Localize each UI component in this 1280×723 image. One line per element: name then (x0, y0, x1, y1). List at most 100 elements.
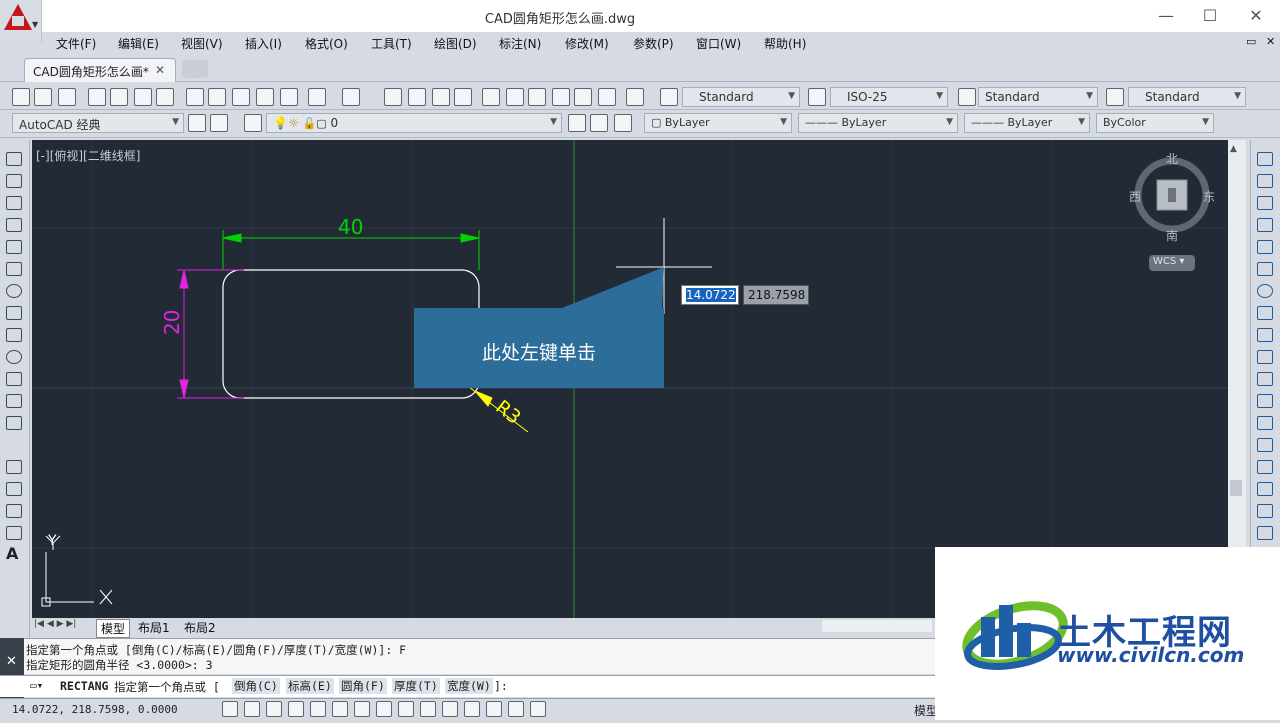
menu-insert[interactable]: 插入(I) (245, 35, 282, 52)
grid-display-icon[interactable] (266, 701, 282, 717)
publish-icon[interactable] (134, 88, 152, 106)
linetype-select[interactable]: ——— ByLayer ▼ (798, 113, 958, 133)
object-snap-tracking-icon[interactable] (376, 701, 392, 717)
layer-state-icon[interactable] (614, 114, 632, 132)
new-tab-button[interactable] (182, 60, 208, 78)
color-select[interactable]: ▢ ByLayer ▼ (644, 113, 792, 133)
dynamic-ucs-icon[interactable] (398, 701, 414, 717)
mirror-icon[interactable] (1257, 196, 1273, 210)
cut-icon[interactable] (186, 88, 204, 106)
offset-icon[interactable] (1257, 218, 1273, 232)
layer-select[interactable]: 💡☼ 🔓▢ 0 ▼ (266, 113, 562, 133)
dynamic-input-y[interactable]: 218.7598 (743, 285, 809, 305)
make-block-icon[interactable] (6, 416, 22, 430)
zoom-previous-icon[interactable] (454, 88, 472, 106)
polyline-icon[interactable] (6, 196, 22, 210)
menu-dimension[interactable]: 标注(N) (499, 35, 541, 52)
menu-view[interactable]: 视图(V) (181, 35, 223, 52)
table-style-select[interactable]: Standard ▼ (978, 87, 1098, 107)
menu-draw[interactable]: 绘图(D) (434, 35, 477, 52)
workspace-select[interactable]: AutoCAD 经典 ▼ (12, 113, 184, 133)
multiline-text-icon[interactable]: A (6, 546, 22, 562)
move-icon[interactable] (1257, 262, 1273, 276)
add-selected-icon[interactable] (6, 570, 22, 584)
scale-icon[interactable] (1257, 306, 1273, 320)
object-snap-icon[interactable] (332, 701, 348, 717)
zoom-window-icon[interactable] (432, 88, 450, 106)
menu-file[interactable]: 文件(F) (56, 35, 96, 52)
option-width[interactable]: 宽度(W) (445, 678, 493, 694)
3d-dwf-icon[interactable] (156, 88, 174, 106)
arc-icon[interactable] (6, 262, 22, 276)
sheet-set-icon[interactable] (552, 88, 570, 106)
text-style-select[interactable]: Standard ▼ (682, 87, 800, 107)
option-chamfer[interactable]: 倒角(C) (232, 678, 280, 694)
viewcube-west[interactable]: 西 (1129, 188, 1141, 205)
dim-style-select[interactable]: ISO-25 ▼ (830, 87, 948, 107)
join-icon[interactable] (1257, 438, 1273, 452)
plot-preview-icon[interactable] (110, 88, 128, 106)
viewcube-north[interactable]: 北 (1166, 150, 1178, 167)
blend-curves-icon[interactable] (1257, 504, 1273, 518)
menu-tools[interactable]: 工具(T) (371, 35, 412, 52)
dynamic-input-icon[interactable] (420, 701, 436, 717)
multileader-style-icon[interactable] (1106, 88, 1124, 106)
tab-document[interactable]: CAD圆角矩形怎么画* ✕ (24, 58, 176, 82)
tab-model[interactable]: 模型 (96, 619, 131, 638)
viewcube[interactable] (1134, 157, 1210, 233)
gradient-icon[interactable] (6, 482, 22, 496)
tool-palettes-icon[interactable] (528, 88, 546, 106)
menu-help[interactable]: 帮助(H) (764, 35, 806, 52)
spline-icon[interactable] (6, 328, 22, 342)
redo-icon[interactable] (342, 88, 360, 106)
menu-parameters[interactable]: 参数(P) (633, 35, 674, 52)
stretch-icon[interactable] (1257, 328, 1273, 342)
close-doc-icon[interactable]: ✕ (1266, 35, 1275, 48)
paste-icon[interactable] (232, 88, 250, 106)
minimize-button[interactable]: — (1146, 4, 1186, 28)
maximize-button[interactable]: ☐ (1190, 4, 1230, 28)
polygon-icon[interactable] (6, 218, 22, 232)
option-fillet[interactable]: 圆角(F) (339, 678, 387, 694)
workspace-settings-icon[interactable] (188, 114, 206, 132)
markup-icon[interactable] (574, 88, 592, 106)
lineweight-select[interactable]: ——— ByLayer ▼ (964, 113, 1090, 133)
array-icon[interactable] (1257, 240, 1273, 254)
3d-object-snap-icon[interactable] (354, 701, 370, 717)
ellipse-icon[interactable] (6, 350, 22, 364)
infer-constraints-icon[interactable] (222, 701, 238, 717)
extend-icon[interactable] (1257, 372, 1273, 386)
polar-tracking-icon[interactable] (310, 701, 326, 717)
lineweight-icon[interactable] (442, 701, 458, 717)
revision-cloud-icon[interactable] (6, 306, 22, 320)
restore-doc-icon[interactable]: ▭ (1246, 35, 1256, 48)
rotate-icon[interactable] (1257, 284, 1273, 298)
multileader-style-select[interactable]: Standard ▼ (1128, 87, 1246, 107)
close-button[interactable]: ✕ (1236, 4, 1276, 28)
make-current-layer-icon[interactable] (568, 114, 586, 132)
tab-close-icon[interactable]: ✕ (155, 63, 165, 77)
workspace-toggle-icon[interactable] (210, 114, 228, 132)
viewcube-south[interactable]: 南 (1166, 227, 1178, 244)
fillet-icon[interactable] (1257, 482, 1273, 496)
menu-edit[interactable]: 编辑(E) (118, 35, 159, 52)
help-icon[interactable] (626, 88, 644, 106)
copy-object-icon[interactable] (1257, 174, 1273, 188)
pan-icon[interactable] (384, 88, 402, 106)
annotation-monitor-icon[interactable] (530, 701, 546, 717)
rectangle-icon[interactable] (6, 240, 22, 254)
block-editor-icon[interactable] (280, 88, 298, 106)
text-style-icon[interactable] (660, 88, 678, 106)
app-menu-button[interactable]: ▼ (0, 0, 42, 42)
layer-properties-icon[interactable] (244, 114, 262, 132)
ortho-mode-icon[interactable] (288, 701, 304, 717)
region-icon[interactable] (6, 504, 22, 518)
horizontal-scrollbar[interactable] (822, 620, 932, 632)
tab-layout2[interactable]: 布局2 (184, 619, 216, 636)
option-elevation[interactable]: 标高(E) (286, 678, 334, 694)
close-icon[interactable]: ✕ (6, 654, 17, 669)
copy-icon[interactable] (208, 88, 226, 106)
height-dimension[interactable] (177, 269, 244, 399)
erase-icon[interactable] (1257, 152, 1273, 166)
save-icon[interactable] (58, 88, 76, 106)
